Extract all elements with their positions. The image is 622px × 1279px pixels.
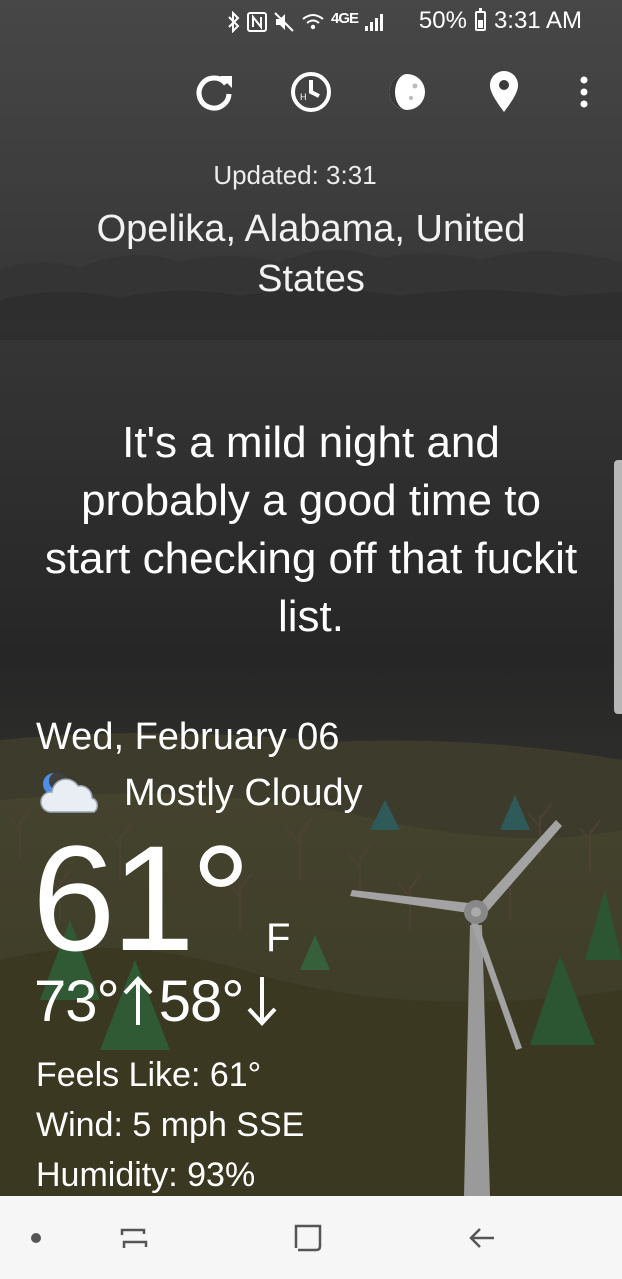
more-vert-icon — [580, 76, 588, 108]
mute-icon — [274, 12, 294, 32]
history-button[interactable]: H — [285, 64, 337, 120]
moon-phase-icon — [389, 74, 425, 110]
back-icon — [469, 1227, 494, 1248]
bluetooth-icon — [228, 11, 240, 33]
feels-like: Feels Like: 61° — [36, 1056, 262, 1094]
clock: 3:31 AM — [493, 7, 582, 34]
moon-phase-button[interactable] — [381, 64, 433, 120]
location-name: Opelika, Alabama, United States — [96, 208, 526, 300]
recents-button[interactable] — [94, 1196, 174, 1279]
status-icons: 4GE — [227, 8, 384, 36]
nfc-icon — [246, 12, 267, 32]
recents-icon — [120, 1228, 148, 1248]
temperature-unit: F — [266, 916, 291, 960]
condition-label: Mostly Cloudy — [124, 771, 363, 814]
low-temperature: 58° — [158, 969, 245, 1034]
high-low-row: 73° 58° — [34, 968, 279, 1035]
battery-icon — [474, 8, 486, 31]
network-type-label: 4GE — [330, 9, 359, 27]
home-icon — [294, 1224, 322, 1251]
location-pin-icon — [490, 71, 518, 112]
svg-text:H: H — [300, 92, 307, 102]
home-button[interactable] — [268, 1196, 348, 1279]
arrow-down-icon — [247, 977, 277, 1026]
arrow-up-icon — [123, 976, 153, 1025]
history-icon: H — [291, 72, 331, 112]
updated-time: Updated: 3:31 — [213, 160, 377, 190]
status-bar: 4GE 50% 3:31 AM — [0, 0, 622, 44]
weather-message: It's a mild night and probably a good ti… — [44, 418, 578, 641]
nav-dot-button[interactable] — [0, 1196, 76, 1279]
back-button[interactable] — [442, 1196, 522, 1279]
signal-icon — [365, 14, 383, 31]
current-temperature: 61° — [32, 814, 251, 982]
humidity: Humidity: 93% — [36, 1156, 256, 1194]
refresh-button[interactable] — [188, 64, 240, 120]
more-options-button[interactable] — [558, 64, 610, 120]
partly-cloudy-night-icon — [40, 772, 98, 813]
forecast-date: Wed, February 06 — [36, 716, 340, 758]
refresh-icon — [196, 75, 232, 111]
app-toolbar: H — [0, 64, 622, 120]
scroll-indicator[interactable] — [614, 460, 622, 714]
wind: Wind: 5 mph SSE — [36, 1106, 305, 1144]
wifi-icon — [302, 14, 324, 30]
high-temperature: 73° — [34, 969, 120, 1034]
battery-percent: 50% — [418, 7, 467, 34]
status-right: 50% 3:31 AM — [419, 7, 582, 35]
dot-icon — [31, 1232, 41, 1243]
condition-row: Mostly Cloudy — [36, 770, 363, 816]
navigation-bar — [0, 1196, 622, 1279]
battery-fill — [477, 20, 483, 28]
location-button[interactable] — [478, 64, 530, 120]
